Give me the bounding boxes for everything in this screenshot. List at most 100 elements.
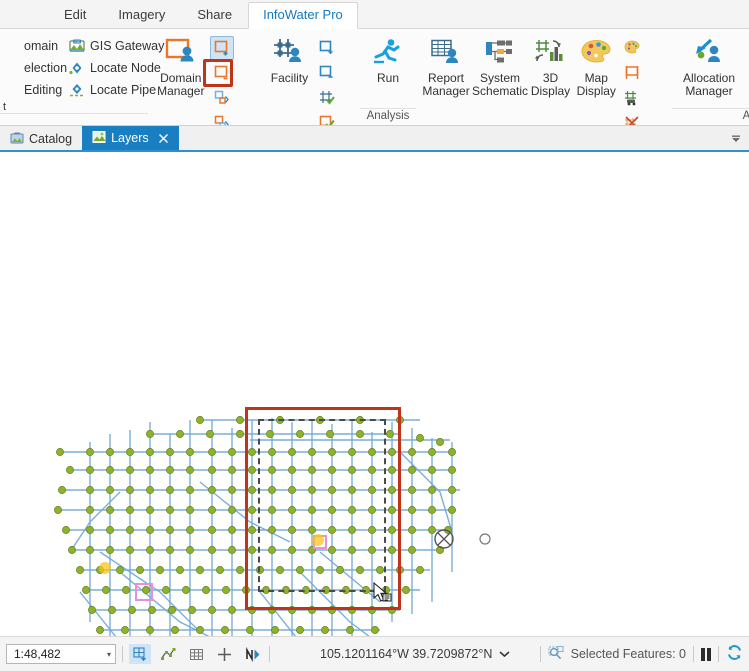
map-display-icon (579, 35, 613, 71)
allocation-manager-label: Allocation Manager (682, 71, 736, 98)
caret-down-icon[interactable]: ▾ (107, 650, 111, 659)
selection-cursor-icon (372, 581, 392, 602)
map-coordinates-value: 105.1201164°W 39.7209872°N (320, 647, 493, 661)
domain-icon (3, 38, 19, 54)
tab-catalog-label: Catalog (29, 132, 73, 146)
refresh-icon[interactable] (726, 644, 743, 664)
snapping-toggle[interactable] (129, 644, 151, 664)
valve-symbol (434, 529, 454, 549)
ribbon-group-label-allocation: Alloca (672, 108, 749, 125)
crosshair-tool[interactable] (213, 644, 235, 664)
3d-display-icon (534, 35, 566, 71)
locate-node-icon (69, 60, 85, 76)
selection-icon (3, 60, 19, 76)
report-manager-button[interactable]: Report Manager (420, 33, 472, 98)
divider (718, 646, 719, 662)
command-editing[interactable]: Editing (0, 79, 66, 101)
edit-vertices-tool[interactable] (157, 644, 179, 664)
map-palette-button[interactable] (620, 36, 644, 60)
ribbon-tab-edit[interactable]: Edit (48, 3, 102, 28)
svg-text:GIS: GIS (74, 40, 80, 44)
infowater-pro-window: Edit Imagery Share InfoWater Pro omain e… (0, 0, 749, 671)
3d-display-button[interactable]: 3D Display (528, 33, 573, 98)
ribbon-tab-share[interactable]: Share (181, 3, 248, 28)
model-button[interactable]: Mo (742, 33, 749, 85)
clear-display-button[interactable] (620, 111, 644, 125)
system-schematic-label: System Schematic (472, 71, 529, 98)
map-canvas[interactable] (0, 152, 749, 636)
map-coordinates[interactable]: 105.1201164°W 39.7209872°N (320, 647, 510, 661)
facility-manager-button[interactable]: Facility (264, 33, 315, 85)
divider (693, 646, 694, 662)
pause-icon[interactable] (701, 647, 711, 661)
command-selection[interactable]: election (0, 57, 67, 79)
divider (269, 646, 270, 662)
command-domain[interactable]: omain (0, 35, 66, 57)
ribbon-group-domain: Domain Manager (148, 29, 260, 125)
isolated-node-symbol (479, 533, 491, 545)
ribbon-tab-bar: Edit Imagery Share InfoWater Pro (0, 0, 749, 29)
ribbon-group-analysis: Run Analysis (360, 29, 416, 125)
ribbon-tab-infowater-pro[interactable]: InfoWater Pro (248, 2, 358, 29)
remove-facility-button[interactable] (315, 61, 339, 85)
domain-to-selection-button[interactable] (210, 111, 234, 125)
domain-manager-icon (164, 35, 198, 71)
ribbon-group-clipped: omain election Editing t GIS GIS Gateway… (0, 29, 164, 125)
domain-from-selection-button[interactable] (210, 86, 234, 110)
command-locate-pipe[interactable]: Locate Pipe (66, 79, 156, 101)
ribbon-group-label-clipped (0, 113, 148, 125)
selected-features-icon (548, 645, 564, 663)
editing-icon (3, 82, 19, 98)
chevron-down-icon[interactable] (499, 647, 510, 661)
facility-manager-label: Facility (270, 71, 309, 85)
command-misc[interactable]: t (0, 101, 66, 113)
ribbon: omain election Editing t GIS GIS Gateway… (0, 29, 749, 126)
tab-layers-label: Layers (111, 131, 149, 145)
gis-gateway-icon: GIS (69, 38, 85, 54)
map-extent-button[interactable] (620, 61, 644, 85)
divider (539, 646, 541, 662)
report-manager-label: Report Manager (422, 71, 470, 98)
north-arrow-tool[interactable] (241, 644, 263, 664)
tab-overflow-dropdown[interactable] (729, 134, 743, 146)
ribbon-tab-imagery[interactable]: Imagery (102, 3, 181, 28)
allocation-manager-button[interactable]: Allocation Manager (676, 33, 742, 98)
domain-manager-button[interactable]: Domain Manager (152, 33, 210, 98)
system-schematic-icon (484, 35, 516, 71)
apply-facility-set-button[interactable] (315, 111, 339, 125)
report-manager-icon (430, 35, 462, 71)
map-scale-combobox[interactable]: 1:48,482 ▾ (6, 644, 116, 664)
status-bar: 1:48,482 ▾ 105.1201164°W 39.7209872°N Se… (0, 636, 749, 671)
map-display-button[interactable]: Map Display (573, 33, 620, 98)
system-schematic-button[interactable]: System Schematic (472, 33, 528, 98)
locate-pipe-icon (69, 82, 85, 98)
run-icon (372, 35, 404, 71)
activate-facility-set-button[interactable] (315, 86, 339, 110)
command-gis-gateway[interactable]: GIS GIS Gateway (66, 35, 164, 57)
grid-tool[interactable] (185, 644, 207, 664)
run-label: Run (376, 71, 399, 85)
remove-from-domain-button[interactable] (210, 61, 234, 85)
layers-icon (92, 130, 106, 147)
run-button[interactable]: Run (364, 33, 412, 85)
map-domain-rectangle (258, 419, 386, 592)
ribbon-group-allocation: Allocation Manager Mo Alloc (672, 29, 749, 125)
command-locate-node[interactable]: Locate Node (66, 57, 161, 79)
tab-layers[interactable]: Layers (82, 126, 179, 150)
domain-manager-label: Domain Manager (157, 71, 205, 98)
add-facility-button[interactable] (315, 36, 339, 60)
map-layout-button[interactable] (620, 86, 644, 110)
divider (122, 646, 123, 662)
map-display-label: Map Display (576, 71, 616, 98)
view-tab-bar: Catalog Layers (0, 126, 749, 152)
selected-features-label: Selected Features: 0 (570, 647, 686, 661)
allocation-manager-icon (692, 35, 726, 71)
add-to-domain-button[interactable] (209, 36, 234, 60)
ribbon-group-facility: Facility (260, 29, 360, 125)
3d-display-label: 3D Display (530, 71, 571, 98)
close-icon[interactable] (158, 133, 169, 144)
facility-manager-icon (272, 35, 306, 71)
map-scale-value: 1:48,482 (14, 647, 61, 661)
catalog-icon (10, 131, 24, 148)
tab-catalog[interactable]: Catalog (0, 128, 82, 150)
